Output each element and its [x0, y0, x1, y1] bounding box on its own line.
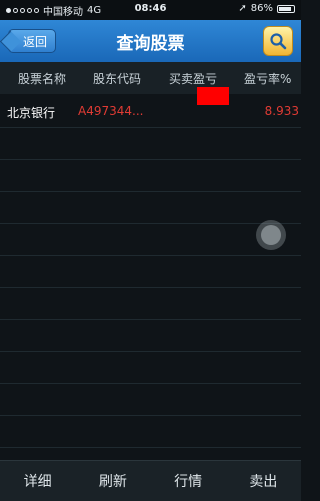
empty-row	[0, 416, 301, 448]
quote-button[interactable]: 行情	[151, 471, 226, 491]
empty-row	[0, 224, 301, 256]
empty-row	[0, 352, 301, 384]
battery-icon	[277, 4, 295, 13]
empty-row	[0, 288, 301, 320]
refresh-button[interactable]: 刷新	[75, 471, 150, 491]
page-title: 查询股票	[116, 33, 185, 54]
back-button-label: 返回	[23, 34, 48, 49]
stock-name-cell: 北京银行	[7, 106, 56, 120]
details-button[interactable]: 详细	[0, 471, 75, 491]
search-icon	[270, 33, 287, 50]
assistive-touch-icon	[261, 225, 281, 245]
battery-percent: 86%	[250, 3, 273, 14]
table-row[interactable]: 北京银行 A497344... 8.933	[0, 96, 301, 128]
pnl-rate-cell: 8.933	[264, 104, 299, 118]
empty-row	[0, 160, 301, 192]
empty-row	[0, 192, 301, 224]
sell-button[interactable]: 卖出	[226, 471, 301, 491]
stock-table: 北京银行 A497344... 8.933	[0, 96, 301, 458]
column-header-stock-name[interactable]: 股票名称	[18, 70, 66, 87]
holder-code-cell: A497344...	[78, 104, 144, 118]
search-button[interactable]	[263, 26, 293, 56]
empty-row	[0, 384, 301, 416]
empty-row	[0, 128, 301, 160]
nav-bar: 返回 查询股票	[0, 20, 301, 62]
table-header: 股票名称 股东代码 买卖盈亏 盈亏率%	[0, 62, 301, 94]
empty-row	[0, 320, 301, 352]
assistive-touch-button[interactable]	[256, 220, 286, 250]
status-bar: 中国移动 4G 08:46 ➚ 86%	[0, 0, 301, 20]
back-button[interactable]: 返回	[8, 29, 57, 53]
empty-row	[0, 256, 301, 288]
status-right: ➚ 86%	[238, 3, 295, 14]
column-header-pnl-rate[interactable]: 盈亏率%	[244, 70, 291, 87]
column-header-pnl[interactable]: 买卖盈亏	[169, 70, 217, 87]
column-header-holder-code[interactable]: 股东代码	[93, 70, 141, 87]
location-arrow-icon: ➚	[238, 3, 247, 14]
bottom-toolbar: 详细 刷新 行情 卖出	[0, 460, 301, 501]
